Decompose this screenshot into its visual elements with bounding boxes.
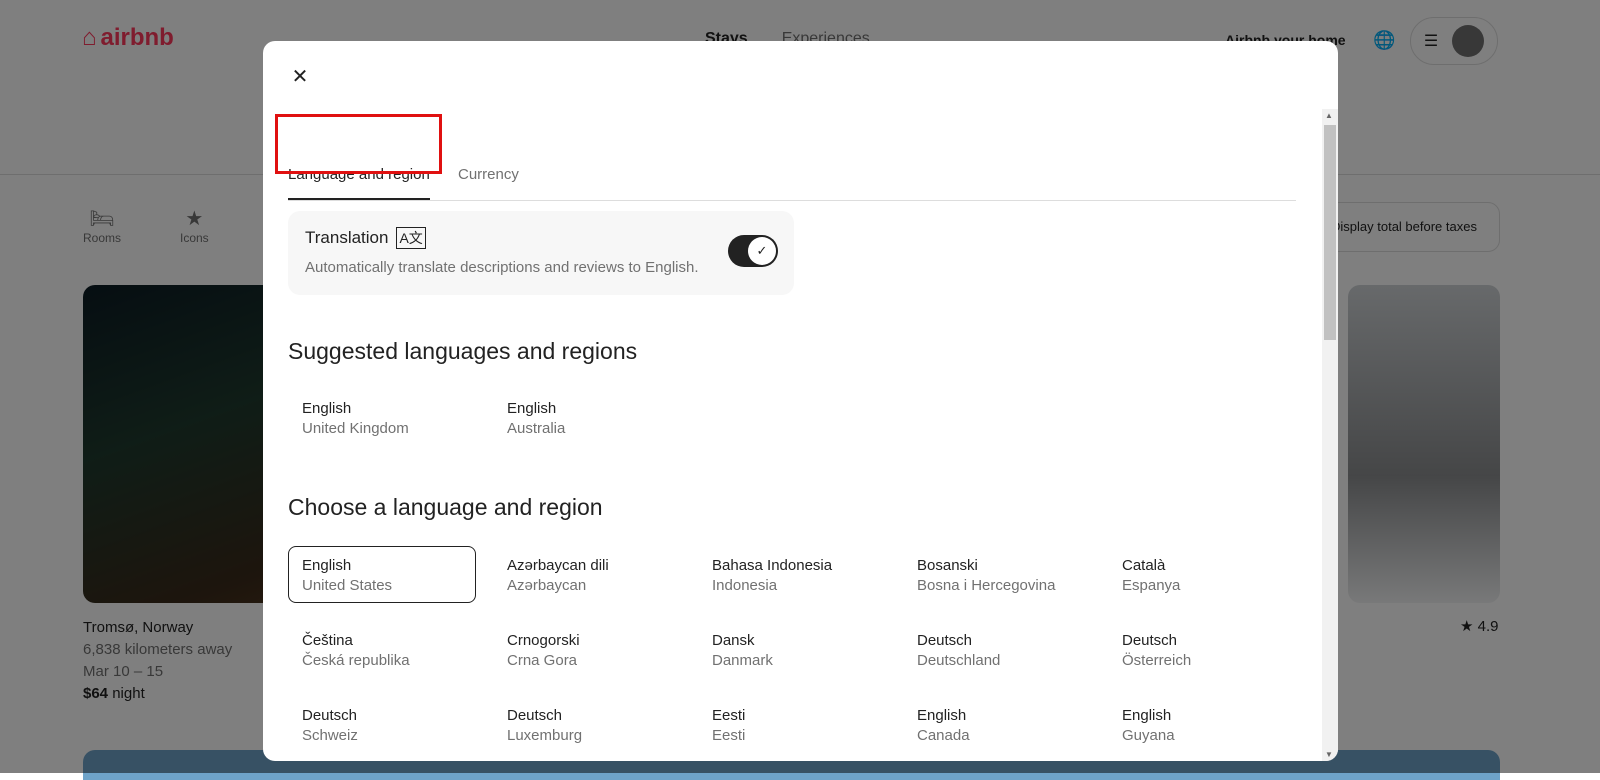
scrollbar-thumb[interactable] [1324, 125, 1336, 340]
language-option[interactable]: Català Espanya [1108, 546, 1296, 603]
language-option[interactable]: Eesti Eesti [698, 696, 886, 753]
language-grid: English United States Azərbaycan dili Azərb… [288, 546, 1296, 753]
language-option[interactable]: English Australia [493, 389, 681, 446]
close-icon: ✕ [291, 65, 309, 88]
scroll-down-icon[interactable]: ▼ [1325, 750, 1333, 759]
check-icon: ✓ [748, 237, 776, 265]
choose-heading: Choose a language and region [288, 494, 603, 520]
suggested-heading: Suggested languages and regions [288, 338, 638, 364]
language-option[interactable]: Deutsch Luxemburg [493, 696, 681, 753]
language-option[interactable]: English United States [288, 546, 476, 603]
language-option[interactable]: Deutsch Schweiz [288, 696, 476, 753]
language-option[interactable]: Čeština Česká republika [288, 621, 476, 678]
translate-icon: A文 [396, 227, 426, 249]
language-option[interactable]: Bahasa Indonesia Indonesia [698, 546, 886, 603]
language-option[interactable]: Dansk Danmark [698, 621, 886, 678]
language-option[interactable]: Deutsch Deutschland [903, 621, 1091, 678]
language-option[interactable]: Azərbaycan dili Azərbaycan [493, 546, 681, 603]
translation-toggle[interactable]: ✓ [728, 235, 778, 267]
scrollbar[interactable]: ▲ ▼ [1322, 109, 1338, 761]
close-button[interactable]: ✕ [285, 61, 315, 91]
language-option[interactable]: Deutsch Österreich [1108, 621, 1296, 678]
translation-panel: Translation A文 Automatically translate de… [288, 211, 794, 295]
tab-currency[interactable]: Currency [458, 166, 519, 183]
highlight-box [275, 114, 442, 174]
language-option[interactable]: Crnogorski Crna Gora [493, 621, 681, 678]
language-option[interactable]: English Guyana [1108, 696, 1296, 753]
language-option[interactable]: English United Kingdom [288, 389, 476, 446]
language-modal: ✕ ▲ ▼ Language and region Currency Trans… [263, 41, 1338, 761]
language-option[interactable]: English Canada [903, 696, 1091, 753]
suggested-grid: English United Kingdom English Australia [288, 389, 1296, 446]
language-option[interactable]: Bosanski Bosna i Hercegovina [903, 546, 1091, 603]
scroll-up-icon[interactable]: ▲ [1325, 111, 1333, 120]
